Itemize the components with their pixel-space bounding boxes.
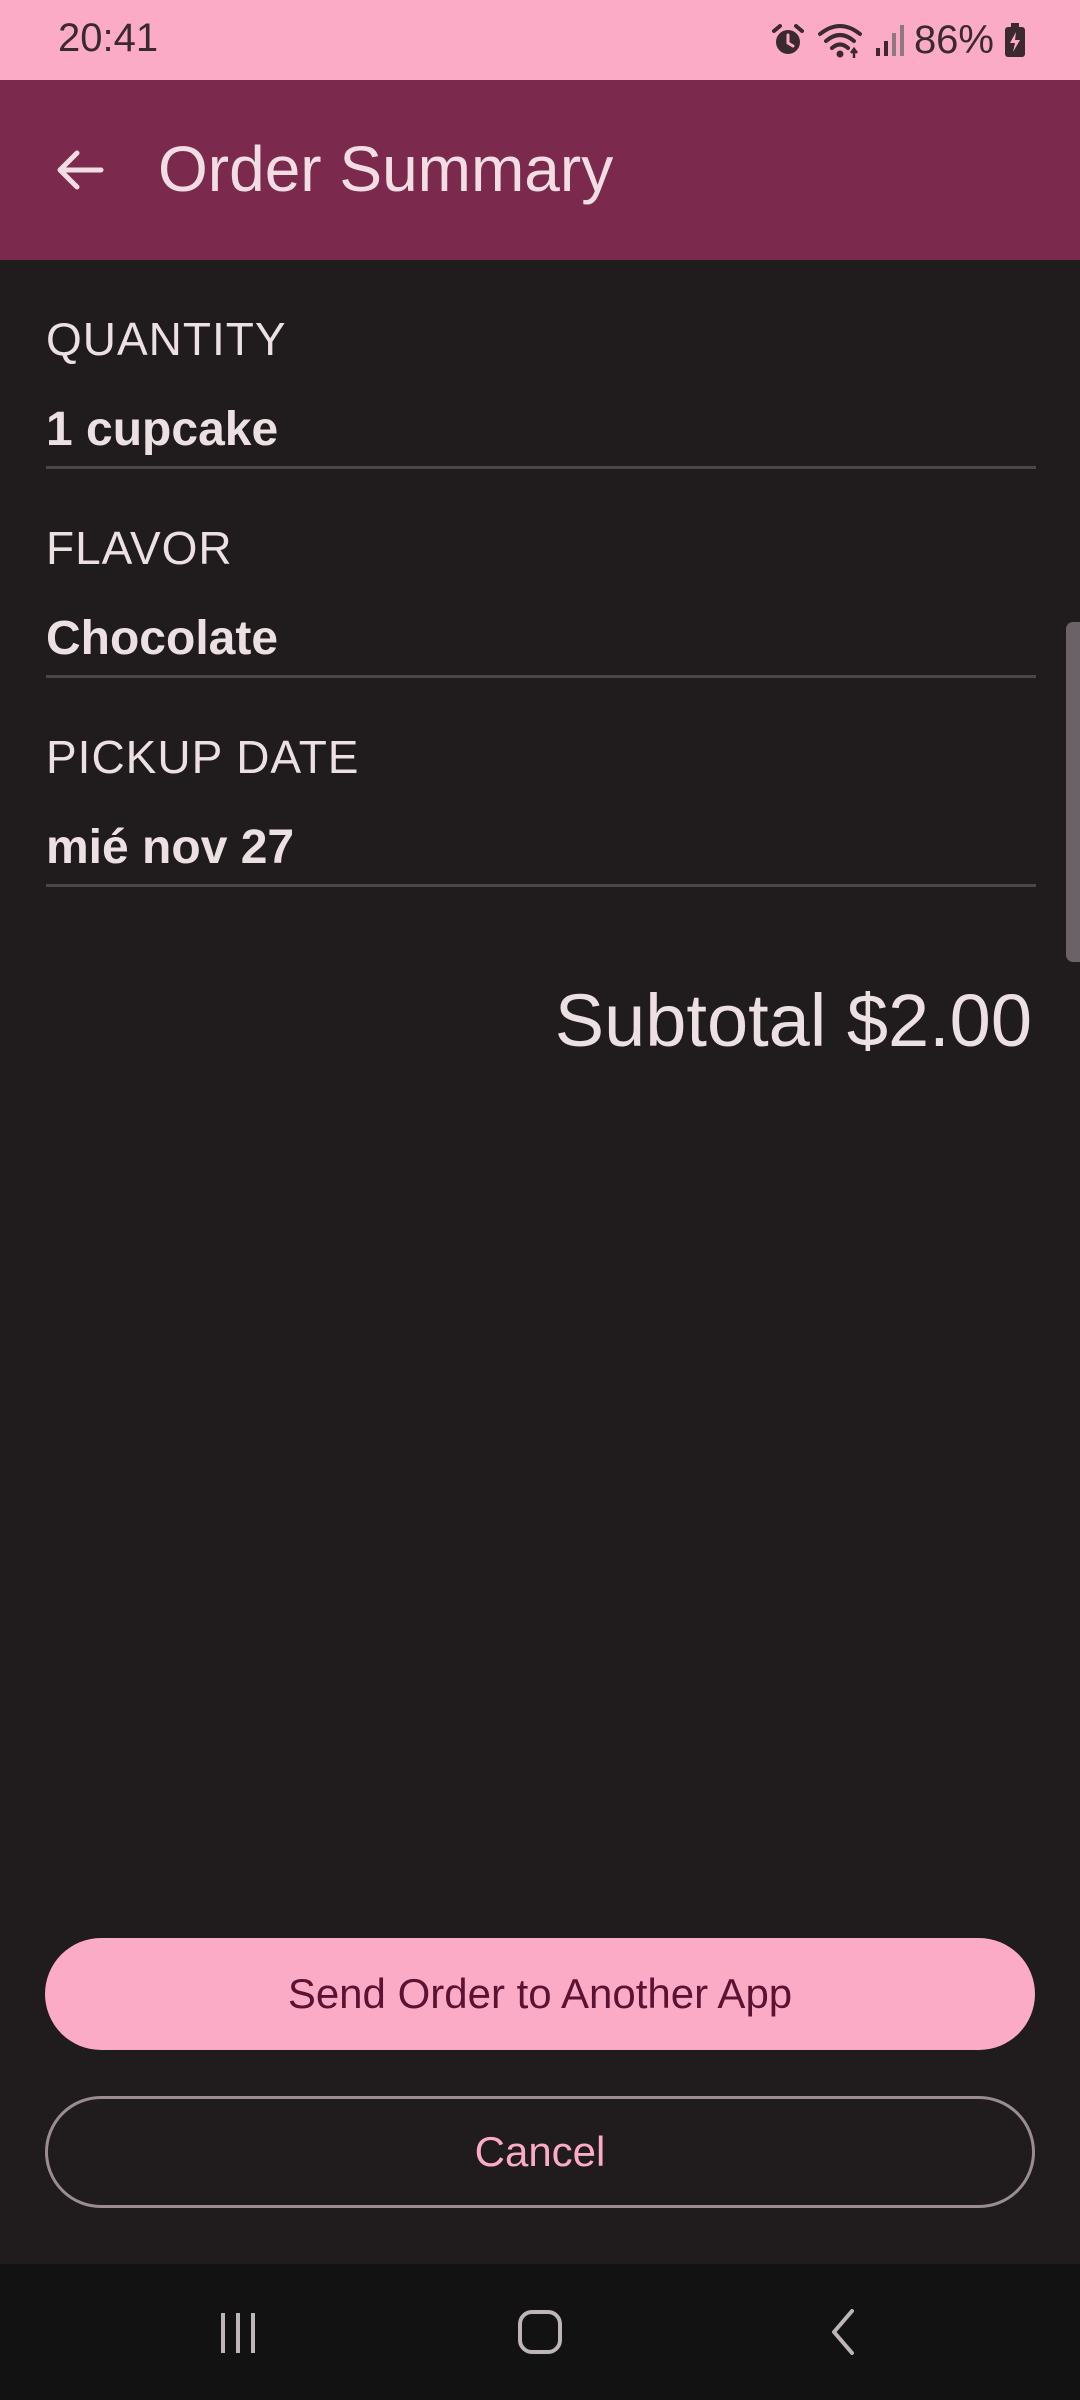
pickup-date-label: PICKUP DATE (46, 731, 360, 783)
nav-back-button[interactable] (804, 2294, 884, 2370)
pickup-date-value: mié nov 27 (46, 821, 295, 874)
app-bar: Order Summary (0, 80, 1080, 260)
back-button[interactable] (40, 130, 120, 210)
quantity-value: 1 cupcake (46, 403, 279, 456)
signal-icon (874, 22, 904, 58)
status-time: 20:41 (58, 16, 159, 60)
subtotal: Subtotal $2.00 (554, 979, 1032, 1062)
page-title: Order Summary (158, 133, 614, 205)
home-button[interactable] (500, 2294, 580, 2370)
cancel-button[interactable]: Cancel (45, 2096, 1035, 2208)
battery-percent: 86% (913, 17, 994, 62)
flavor-field: FLAVOR Chocolate (46, 469, 1036, 678)
flavor-value: Chocolate (46, 612, 279, 665)
quantity-label: QUANTITY (46, 313, 287, 365)
battery-charging-icon (1004, 22, 1026, 58)
status-icons: 86% (770, 14, 1026, 66)
alarm-icon (770, 22, 806, 58)
send-order-button[interactable]: Send Order to Another App (45, 1938, 1035, 2050)
home-icon (518, 2310, 562, 2354)
order-summary: QUANTITY 1 cupcake FLAVOR Chocolate PICK… (46, 260, 1036, 887)
wifi-icon (816, 20, 864, 60)
status-bar: 20:41 86% (0, 0, 1080, 80)
arrow-back-icon (57, 150, 104, 190)
recents-button[interactable] (198, 2294, 278, 2370)
screen: 20:41 86% Order Summary QUANTITY 1 cupca… (0, 0, 1080, 2400)
flavor-label: FLAVOR (46, 522, 233, 574)
quantity-field: QUANTITY 1 cupcake (46, 260, 1036, 469)
back-nav-icon (832, 2309, 854, 2355)
recents-icon (221, 2313, 255, 2353)
pickup-date-field: PICKUP DATE mié nov 27 (46, 678, 1036, 887)
scrollbar[interactable] (1066, 622, 1080, 962)
navigation-bar (0, 2264, 1080, 2400)
